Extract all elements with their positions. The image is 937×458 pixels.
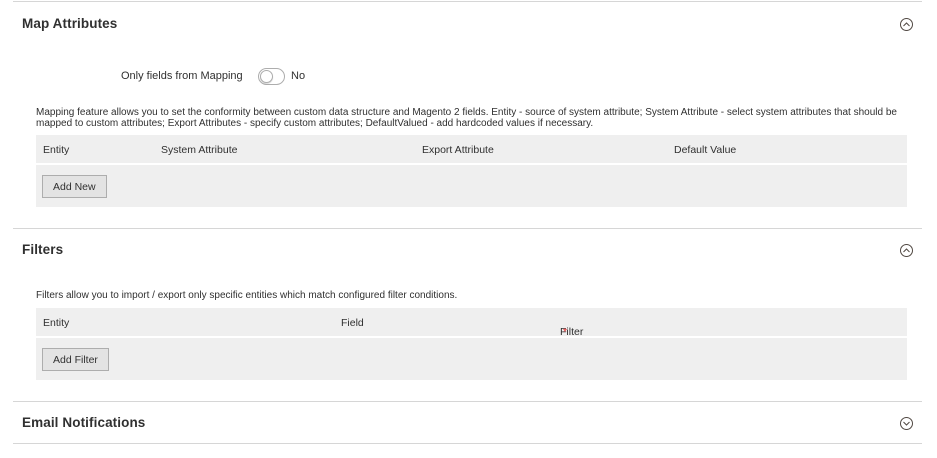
chevron-up-circle-icon[interactable] bbox=[900, 18, 913, 31]
filters-grid-header: Entity Field Filter * bbox=[36, 308, 907, 338]
chevron-down-circle-icon[interactable] bbox=[900, 417, 913, 430]
mapping-note: Mapping feature allows you to set the co… bbox=[36, 107, 897, 129]
chevron-up-circle-icon[interactable] bbox=[900, 244, 913, 257]
required-marker: * bbox=[563, 326, 568, 338]
mapping-grid: Entity System Attribute Export Attribute… bbox=[36, 135, 907, 207]
column-entity: Entity bbox=[43, 317, 70, 329]
add-filter-button[interactable]: Add Filter bbox=[42, 348, 109, 371]
map-attributes-title[interactable]: Map Attributes bbox=[22, 16, 117, 31]
only-fields-toggle[interactable] bbox=[258, 68, 285, 85]
column-export-attribute: Export Attribute bbox=[422, 144, 494, 156]
mapping-grid-header: Entity System Attribute Export Attribute… bbox=[36, 135, 907, 165]
add-new-button[interactable]: Add New bbox=[42, 175, 107, 198]
column-system-attribute: System Attribute bbox=[161, 144, 238, 156]
column-default-value: Default Value bbox=[674, 144, 737, 156]
email-notifications-title[interactable]: Email Notifications bbox=[22, 415, 145, 430]
column-entity: Entity bbox=[43, 144, 70, 156]
section-divider bbox=[13, 401, 922, 402]
bottom-divider bbox=[13, 443, 922, 444]
only-fields-label: Only fields from Mapping bbox=[121, 70, 243, 82]
column-field: Field bbox=[341, 317, 364, 329]
filters-note: Filters allow you to import / export onl… bbox=[36, 290, 458, 301]
section-divider bbox=[13, 228, 922, 229]
top-divider bbox=[13, 1, 922, 2]
only-fields-state: No bbox=[291, 70, 306, 82]
filters-grid: Entity Field Filter * Add Filter bbox=[36, 308, 907, 380]
toggle-knob bbox=[260, 70, 273, 83]
filters-title[interactable]: Filters bbox=[22, 242, 63, 257]
